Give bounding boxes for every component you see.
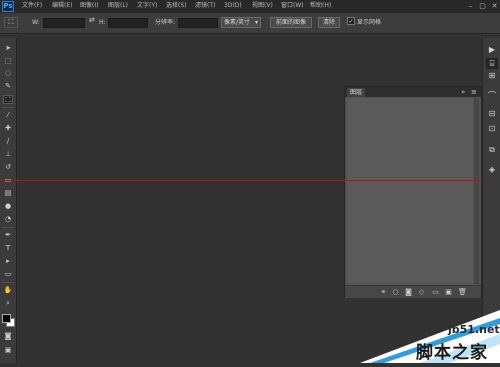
minimize-button[interactable]: –: [465, 1, 476, 11]
toolbar-divider: [2, 282, 14, 283]
menu-3d[interactable]: 3D(D): [224, 2, 242, 10]
adjustments-icon[interactable]: ⊟: [486, 108, 498, 119]
gradient-tool-icon[interactable]: ▤: [3, 189, 13, 198]
channels-icon[interactable]: ⧉: [486, 144, 498, 155]
link-layers-icon[interactable]: ⚭: [379, 287, 388, 297]
path-selection-tool-icon[interactable]: ▸: [3, 257, 13, 266]
resolution-input[interactable]: [178, 18, 218, 28]
menu-filter[interactable]: 滤镜(T): [195, 2, 215, 10]
hand-tool-icon[interactable]: ✋: [3, 286, 13, 295]
tab-layers[interactable]: 图层: [347, 88, 366, 97]
resolution-label: 分辨率:: [155, 19, 176, 26]
front-image-button[interactable]: 前面的图像: [270, 17, 312, 28]
shape-tool-icon[interactable]: ▭: [3, 270, 13, 279]
crop-tool-icon[interactable]: ⛶: [3, 95, 13, 104]
toolbar-divider: [2, 107, 14, 108]
screen-mode-icon[interactable]: ▣: [3, 346, 13, 355]
history-brush-tool-icon[interactable]: ↺: [3, 163, 13, 172]
collapse-icon[interactable]: »: [461, 87, 465, 97]
resolution-unit-select[interactable]: 像素/英寸 ▾: [221, 17, 261, 28]
options-bar: ⛶ W: ⇄ H: 分辨率: 像素/英寸 ▾ 前面的图像 清除 ✓ 显示网格: [0, 13, 500, 34]
new-layer-icon[interactable]: ▣: [444, 287, 453, 297]
menu-image[interactable]: 图像(I): [80, 2, 98, 10]
fx-icon[interactable]: ○: [391, 287, 400, 297]
foreground-color-swatch[interactable]: [2, 314, 11, 323]
properties-icon[interactable]: ⊞: [486, 70, 498, 81]
show-grid-checkbox[interactable]: ✓: [347, 17, 355, 25]
site-watermark: jb51.net 脚本之家: [360, 310, 500, 363]
layers-scrollbar[interactable]: [474, 98, 479, 284]
height-label: H:: [99, 19, 106, 26]
width-input[interactable]: [43, 18, 85, 28]
photoshop-logo-icon: Ps: [2, 1, 14, 12]
width-label: W:: [32, 19, 40, 26]
menu-type[interactable]: 文字(Y): [137, 2, 157, 10]
brush-tool-icon[interactable]: ∕: [3, 137, 13, 146]
menu-edit[interactable]: 编辑(E): [52, 2, 72, 10]
toolbar-divider: [2, 227, 14, 228]
type-tool-icon[interactable]: T: [3, 244, 13, 253]
restore-button[interactable]: ▢: [477, 1, 488, 11]
quick-select-tool-icon[interactable]: ✎: [3, 82, 13, 91]
swap-icon[interactable]: ⇄: [89, 16, 95, 24]
layers-list[interactable]: [347, 98, 473, 284]
menu-file[interactable]: 文件(F): [22, 2, 42, 10]
play-actions-icon[interactable]: ▶: [486, 44, 498, 55]
marquee-tool-icon[interactable]: ⬚: [3, 57, 13, 66]
layers-panel: 图层 » ≡ ⚭ ○ ◙ ◇ ▭ ▣ 🗑: [344, 86, 482, 298]
trash-icon[interactable]: 🗑: [458, 287, 467, 297]
blur-tool-icon[interactable]: ●: [3, 202, 13, 211]
brush-presets-icon[interactable]: ⌒: [486, 90, 498, 101]
styles-icon[interactable]: ⊡: [486, 123, 498, 134]
horizontal-guide-line[interactable]: [0, 180, 500, 181]
layers-panel-header: 图层 » ≡: [345, 87, 481, 97]
pen-tool-icon[interactable]: ✒: [3, 231, 13, 240]
watermark-site: jb51.net: [448, 323, 500, 336]
healing-brush-tool-icon[interactable]: ✚: [3, 124, 13, 133]
menu-bar: Ps 文件(F) 编辑(E) 图像(I) 图层(L) 文字(Y) 选择(S) 滤…: [0, 0, 500, 13]
menu-window[interactable]: 窗口(W): [281, 2, 304, 10]
move-tool-icon[interactable]: ➤: [3, 44, 13, 53]
menu-layer[interactable]: 图层(L): [108, 2, 128, 10]
show-grid-label: 显示网格: [357, 19, 382, 26]
close-button[interactable]: ✕: [489, 1, 500, 11]
menu-view[interactable]: 视图(V): [252, 2, 273, 10]
layers-dock-icon[interactable]: ◈: [486, 164, 498, 175]
panel-menu-icon[interactable]: ≡: [471, 87, 477, 97]
layer-mask-icon[interactable]: ◙: [404, 287, 413, 297]
new-group-icon[interactable]: ▭: [431, 287, 440, 297]
menu-select[interactable]: 选择(S): [166, 2, 187, 10]
adjustment-layer-icon[interactable]: ◇: [417, 287, 426, 297]
clone-stamp-tool-icon[interactable]: ⊥: [3, 150, 13, 159]
lasso-tool-icon[interactable]: ◌: [3, 69, 13, 78]
crop-tool-preset-icon[interactable]: ⛶: [4, 17, 18, 28]
menu-help[interactable]: 帮助(H): [310, 2, 331, 10]
unit-select-value: 像素/英寸: [224, 19, 251, 26]
tools-panel: ➤ ⬚ ◌ ✎ ⛶ ⁄ ✚ ∕ ⊥ ↺ ▭ ▤ ● ◔ ✒ T ▸ ▭ ✋ ⌕ …: [0, 38, 17, 363]
eyedropper-tool-icon[interactable]: ⁄: [3, 111, 13, 120]
height-input[interactable]: [108, 18, 148, 28]
zoom-tool-icon[interactable]: ⌕: [3, 299, 13, 308]
layers-footer: ⚭ ○ ◙ ◇ ▭ ▣ 🗑: [345, 285, 481, 298]
watermark-caption: 脚本之家: [416, 343, 488, 363]
dodge-tool-icon[interactable]: ◔: [3, 215, 13, 224]
history-icon[interactable]: ⌸: [486, 58, 498, 69]
quick-mask-icon[interactable]: ◙: [3, 332, 13, 341]
clear-button[interactable]: 清除: [318, 17, 340, 28]
chevron-down-icon: ▾: [254, 19, 258, 26]
